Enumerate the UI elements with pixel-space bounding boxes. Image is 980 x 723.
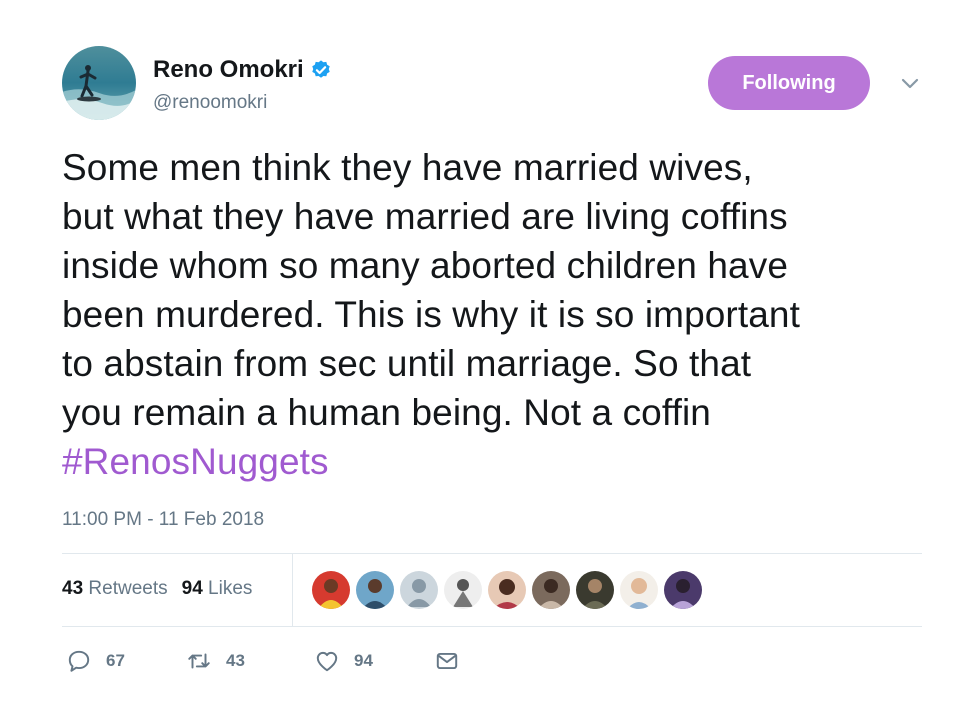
liker-avatar[interactable] [356,571,394,609]
tweet-text-line: been murdered. This is why it is so impo… [62,294,800,335]
liker-avatar[interactable] [576,571,614,609]
hashtag-link[interactable]: #RenosNuggets [62,437,952,486]
retweet-button[interactable]: 43 [186,648,314,674]
reply-count: 67 [106,651,125,670]
tweet-actions: 67 43 94 [66,648,460,674]
tweet-text-line: but what they have married are living co… [62,196,788,237]
like-button[interactable]: 94 [314,648,434,674]
display-name[interactable]: Reno Omokri [153,56,304,84]
divider [62,626,922,627]
reply-button[interactable]: 67 [66,648,186,674]
liker-avatar[interactable] [620,571,658,609]
tweet-text: Some men think they have married wives, … [62,143,952,486]
liker-avatar[interactable] [400,571,438,609]
liker-avatar[interactable] [488,571,526,609]
likes-count: 94 [181,578,203,599]
following-button[interactable]: Following [708,56,870,110]
likers-avatars [312,571,708,609]
user-handle[interactable]: @renoomokri [153,92,267,114]
verified-badge-icon [311,60,330,78]
tweet-card: Reno Omokri @renoomokri Following Some m… [0,0,980,723]
liker-avatar[interactable] [312,571,350,609]
tweet-text-line: Some men think they have married wives, [62,147,753,188]
direct-message-button[interactable] [434,648,460,674]
liker-avatar[interactable] [664,571,702,609]
liker-avatar[interactable] [444,571,482,609]
tweet-text-line: to abstain from sec until marriage. So t… [62,343,752,384]
tweet-text-line: inside whom so many aborted children hav… [62,245,788,286]
chevron-down-icon[interactable] [898,76,922,92]
retweets-stat[interactable]: 43 Retweets [62,578,168,600]
retweet-count: 43 [226,651,245,670]
retweet-icon [188,653,210,669]
reply-icon [68,650,90,672]
heart-icon [316,651,338,672]
retweets-count: 43 [62,578,84,599]
tweet-timestamp[interactable]: 11:00 PM - 11 Feb 2018 [62,509,264,531]
liker-avatar[interactable] [532,571,570,609]
avatar[interactable] [62,46,136,120]
retweets-label: Retweets [88,578,168,599]
likes-stat[interactable]: 94 Likes [182,578,253,600]
direct-message-icon [436,652,458,670]
user-name[interactable]: Reno Omokri [153,56,332,84]
divider [292,553,293,626]
divider [62,553,922,554]
tweet-stats: 43 Retweets 94 Likes [62,578,252,600]
tweet-text-line: you remain a human being. Not a coffin [62,392,711,433]
likes-label: Likes [208,578,253,599]
like-count: 94 [354,651,373,670]
